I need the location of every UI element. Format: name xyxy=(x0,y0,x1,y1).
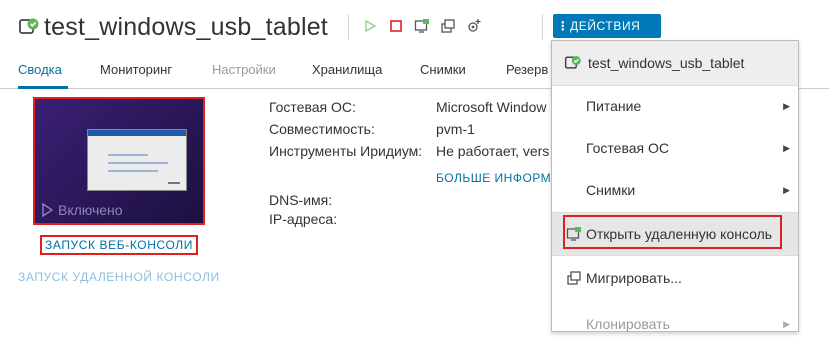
tab-monitoring[interactable]: Мониторинг xyxy=(100,62,172,77)
menu-item-clone[interactable]: Клонировать ▶ xyxy=(552,303,798,345)
settings-button[interactable] xyxy=(464,16,484,36)
compatibility-label: Совместимость: xyxy=(269,121,375,137)
submenu-arrow-icon: ▶ xyxy=(783,318,790,329)
vm-icon xyxy=(19,18,39,34)
vm-icon xyxy=(564,56,581,69)
menu-item-label: Гостевая ОС xyxy=(586,140,670,156)
power-status: Включено xyxy=(41,202,123,218)
console-icon xyxy=(565,225,583,243)
more-info-link[interactable]: БОЛЬШЕ ИНФОРМ xyxy=(436,171,551,185)
power-on-button[interactable] xyxy=(360,16,380,36)
menu-item-migrate[interactable]: Мигрировать... xyxy=(552,257,798,299)
vm-title-row: test_windows_usb_tablet xyxy=(18,10,328,44)
vertical-dots-icon: ⋮ xyxy=(556,19,570,33)
launch-console-button[interactable] xyxy=(412,16,432,36)
toolbar-divider xyxy=(348,14,349,40)
compatibility-value: pvm-1 xyxy=(436,121,475,137)
tab-summary[interactable]: Сводка xyxy=(18,62,62,77)
actions-button[interactable]: ⋮ ДЕЙСТВИЯ xyxy=(553,14,661,38)
launch-web-console-link[interactable]: ЗАПУСК ВЕБ-КОНСОЛИ xyxy=(40,235,198,255)
actions-label: ДЕЙСТВИЯ xyxy=(570,19,641,33)
console-thumbnail[interactable]: Включено xyxy=(33,97,205,225)
submenu-arrow-icon: ▶ xyxy=(783,142,790,153)
console-screen: Включено xyxy=(35,99,203,223)
menu-header-title: test_windows_usb_tablet xyxy=(588,55,745,71)
migrate-button[interactable] xyxy=(438,16,458,36)
dns-label: DNS-имя: xyxy=(269,192,333,208)
power-status-label: Включено xyxy=(58,202,123,218)
setup-dialog-image xyxy=(87,129,187,191)
tab-snapshots[interactable]: Снимки xyxy=(420,62,466,77)
toolbar-divider xyxy=(542,14,543,40)
power-off-button[interactable] xyxy=(386,16,406,36)
ip-label: IP-адреса: xyxy=(269,211,338,227)
guest-os-label: Гостевая ОС: xyxy=(269,99,356,115)
active-tab-indicator xyxy=(18,86,68,89)
play-icon xyxy=(42,203,53,217)
menu-header: test_windows_usb_tablet xyxy=(552,41,798,86)
actions-menu: test_windows_usb_tablet Питание ▶ Гостев… xyxy=(551,40,799,332)
menu-item-guest-os[interactable]: Гостевая ОС ▶ xyxy=(552,127,798,169)
menu-divider xyxy=(552,255,798,256)
console-icon xyxy=(414,19,429,33)
submenu-arrow-icon: ▶ xyxy=(783,184,790,195)
tab-settings[interactable]: Настройки xyxy=(212,62,276,77)
tab-storage[interactable]: Хранилища xyxy=(312,62,382,77)
tab-backup[interactable]: Резерв xyxy=(506,62,548,77)
guest-os-value: Microsoft Window xyxy=(436,99,547,115)
launch-remote-console-link[interactable]: ЗАПУСК УДАЛЕННОЙ КОНСОЛИ xyxy=(18,270,220,284)
migrate-icon xyxy=(565,269,583,287)
tools-value: Не работает, vers xyxy=(436,143,550,159)
gear-plus-icon xyxy=(468,19,481,32)
submenu-arrow-icon: ▶ xyxy=(783,100,790,111)
migrate-icon xyxy=(441,19,455,33)
menu-item-label: Мигрировать... xyxy=(586,270,682,286)
stop-icon xyxy=(390,20,402,32)
menu-item-open-remote-console[interactable]: Открыть удаленную консоль xyxy=(552,213,798,255)
play-icon xyxy=(365,19,377,33)
menu-item-snapshots[interactable]: Снимки ▶ xyxy=(552,169,798,211)
highlight-box xyxy=(563,215,782,249)
page-title: test_windows_usb_tablet xyxy=(44,12,328,41)
menu-item-label: Снимки xyxy=(586,182,636,198)
tools-label: Инструменты Иридиум: xyxy=(269,143,423,159)
menu-item-power[interactable]: Питание ▶ xyxy=(552,85,798,127)
menu-item-label: Питание xyxy=(586,98,642,114)
menu-item-label: Клонировать xyxy=(586,316,670,332)
